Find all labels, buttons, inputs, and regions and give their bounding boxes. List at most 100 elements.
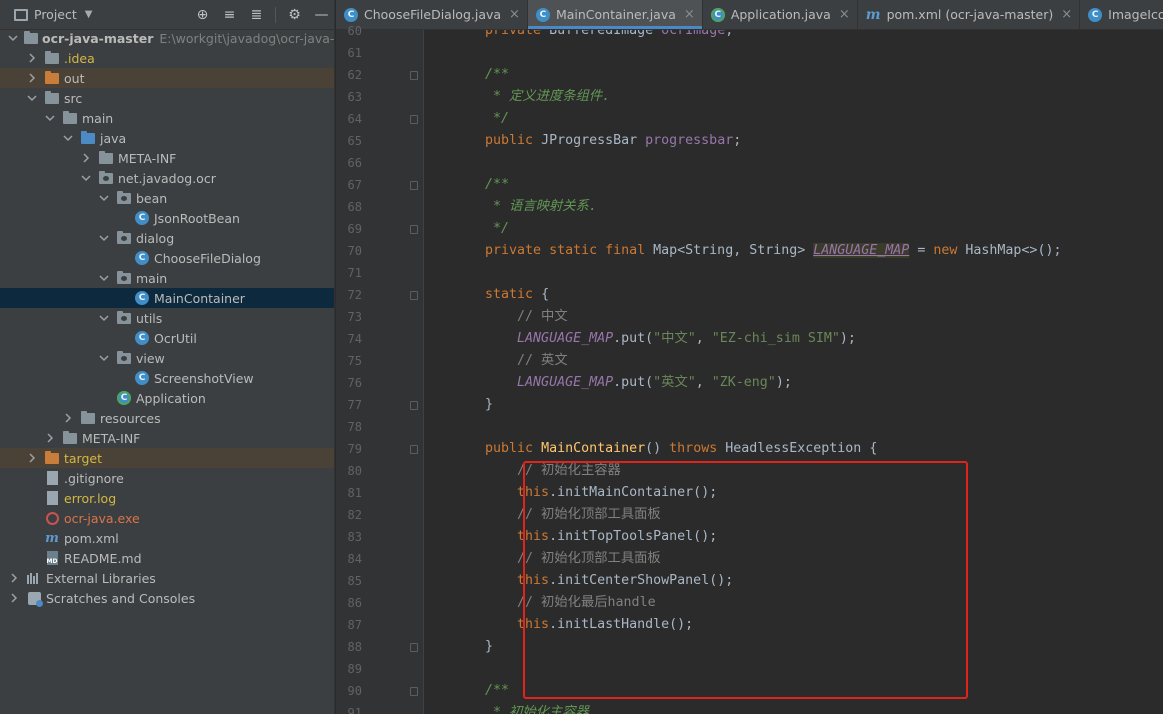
code-line[interactable]: this.initMainContainer(); (453, 482, 717, 504)
code-line[interactable]: this.initTopToolsPanel(); (453, 526, 717, 548)
chevron-down-icon[interactable] (80, 172, 92, 184)
tree-item[interactable]: External Libraries (0, 568, 334, 588)
tree-item[interactable]: target (0, 448, 334, 468)
fold-marker-icon[interactable] (410, 181, 418, 190)
minimize-icon[interactable]: — (313, 7, 330, 24)
code-line[interactable]: static { (453, 284, 549, 306)
chevron-right-icon[interactable] (26, 452, 38, 464)
tree-item[interactable]: C ChooseFileDialog (0, 248, 334, 268)
code-line[interactable]: * 定义进度条组件. (453, 86, 610, 108)
tree-item[interactable]: MD README.md (0, 548, 334, 568)
editor-tab[interactable]: C MainContainer.java × (527, 0, 703, 29)
code-line[interactable]: /** (453, 174, 509, 196)
tree-item[interactable]: main (0, 268, 334, 288)
code-line[interactable]: /** (453, 64, 509, 86)
code-line[interactable]: /** (453, 680, 509, 702)
code-line[interactable]: private static final Map<String, String>… (453, 240, 1061, 262)
code-line[interactable]: * 初始化主容器 (453, 702, 589, 714)
editor-tab[interactable]: C ChooseFileDialog.java × (336, 0, 528, 29)
tree-item[interactable]: C JsonRootBean (0, 208, 334, 228)
code-line[interactable]: // 中文 (453, 306, 568, 328)
chevron-right-icon[interactable] (62, 412, 74, 424)
code-line[interactable]: this.initCenterShowPanel(); (453, 570, 733, 592)
code-line[interactable]: } (453, 394, 493, 416)
fold-marker-icon[interactable] (410, 291, 418, 300)
editor-tab[interactable]: C Application.java × (703, 0, 858, 29)
tree-item[interactable]: META-INF (0, 148, 334, 168)
tree-item[interactable]: java (0, 128, 334, 148)
editor-tab[interactable]: m pom.xml (ocr-java-master) × (858, 0, 1081, 29)
tree-item[interactable]: main (0, 108, 334, 128)
fold-marker-icon[interactable] (410, 643, 418, 652)
tree-item[interactable]: ocr-java-master E:\workgit\javadog\ocr-ja… (0, 28, 334, 48)
tree-item[interactable]: dialog (0, 228, 334, 248)
code-line[interactable]: */ (453, 218, 509, 240)
tree-item[interactable]: Scratches and Consoles (0, 588, 334, 608)
tree-item[interactable]: resources (0, 408, 334, 428)
close-icon[interactable]: × (509, 7, 520, 22)
code-line[interactable]: private BufferedImage ocrImage; (453, 30, 733, 42)
code-line[interactable]: // 初始化主容器 (453, 460, 621, 482)
tree-item[interactable]: .idea (0, 48, 334, 68)
tree-item[interactable]: C ScreenshotView (0, 368, 334, 388)
tree-item[interactable]: ocr-java.exe (0, 508, 334, 528)
tree-item[interactable]: META-INF (0, 428, 334, 448)
code-line[interactable]: public MainContainer() throws HeadlessEx… (453, 438, 877, 460)
chevron-down-icon[interactable] (98, 272, 110, 284)
close-icon[interactable]: × (684, 7, 695, 22)
code-line[interactable]: // 初始化顶部工具面板 (453, 548, 661, 570)
chevron-down-icon[interactable] (98, 312, 110, 324)
chevron-right-icon[interactable] (80, 152, 92, 164)
tree-item[interactable]: C MainContainer (0, 288, 334, 308)
fold-marker-icon[interactable] (410, 401, 418, 410)
tree-item[interactable]: out (0, 68, 334, 88)
tree-item[interactable]: C Application (0, 388, 334, 408)
gear-icon[interactable]: ⚙ (286, 7, 303, 24)
fold-marker-icon[interactable] (410, 225, 418, 234)
chevron-down-icon[interactable] (62, 132, 74, 144)
code-line[interactable]: LANGUAGE_MAP.put("英文", "ZK-eng"); (453, 372, 792, 394)
collapse-all-icon[interactable]: ≡ (221, 7, 238, 24)
close-icon[interactable]: × (1061, 7, 1072, 22)
tree-item[interactable]: net.javadog.ocr (0, 168, 334, 188)
close-icon[interactable]: × (839, 7, 850, 22)
locate-icon[interactable]: ⊕ (194, 7, 211, 24)
tree-item[interactable]: bean (0, 188, 334, 208)
fold-marker-icon[interactable] (410, 71, 418, 80)
chevron-right-icon[interactable] (8, 572, 20, 584)
chevron-down-icon[interactable] (8, 32, 18, 44)
chevron-down-icon[interactable] (26, 92, 38, 104)
tree-item[interactable]: m pom.xml (0, 528, 334, 548)
code-line[interactable]: LANGUAGE_MAP.put("中文", "EZ-chi_sim SIM")… (453, 328, 856, 350)
chevron-right-icon[interactable] (8, 592, 20, 604)
tree-item[interactable]: C OcrUtil (0, 328, 334, 348)
tree-item[interactable]: src (0, 88, 334, 108)
code-line[interactable]: } (453, 636, 493, 658)
expand-all-icon[interactable]: ≣ (248, 7, 265, 24)
chevron-down-icon[interactable] (98, 352, 110, 364)
fold-marker-icon[interactable] (410, 445, 418, 454)
tree-item[interactable]: utils (0, 308, 334, 328)
code-line[interactable]: public JProgressBar progressbar; (453, 130, 741, 152)
editor-tab[interactable]: CImageIcon.java× (1080, 0, 1163, 29)
chevron-down-icon[interactable] (44, 112, 56, 124)
chevron-right-icon[interactable] (44, 432, 56, 444)
chevron-down-icon[interactable] (98, 232, 110, 244)
code-line[interactable]: this.initLastHandle(); (453, 614, 693, 636)
tree-item[interactable]: view (0, 348, 334, 368)
code-line[interactable]: // 英文 (453, 350, 568, 372)
chevron-right-icon[interactable] (26, 72, 38, 84)
chevron-down-icon[interactable]: ▼ (85, 9, 93, 20)
tree-item[interactable]: .gitignore (0, 468, 334, 488)
code-line[interactable]: * 语言映射关系. (453, 196, 597, 218)
chevron-down-icon[interactable] (98, 192, 110, 204)
code-line[interactable]: // 初始化顶部工具面板 (453, 504, 661, 526)
code-area[interactable]: * 初始化主容器 /** } this.initLastHandle(); //… (424, 30, 1163, 714)
fold-marker-icon[interactable] (410, 115, 418, 124)
fold-marker-icon[interactable] (410, 687, 418, 696)
code-line[interactable]: // 初始化最后handle (453, 592, 656, 614)
chevron-right-icon[interactable] (26, 52, 38, 64)
tree-item[interactable]: error.log (0, 488, 334, 508)
project-view-title[interactable]: Project (34, 7, 77, 22)
code-line[interactable]: */ (453, 108, 509, 130)
